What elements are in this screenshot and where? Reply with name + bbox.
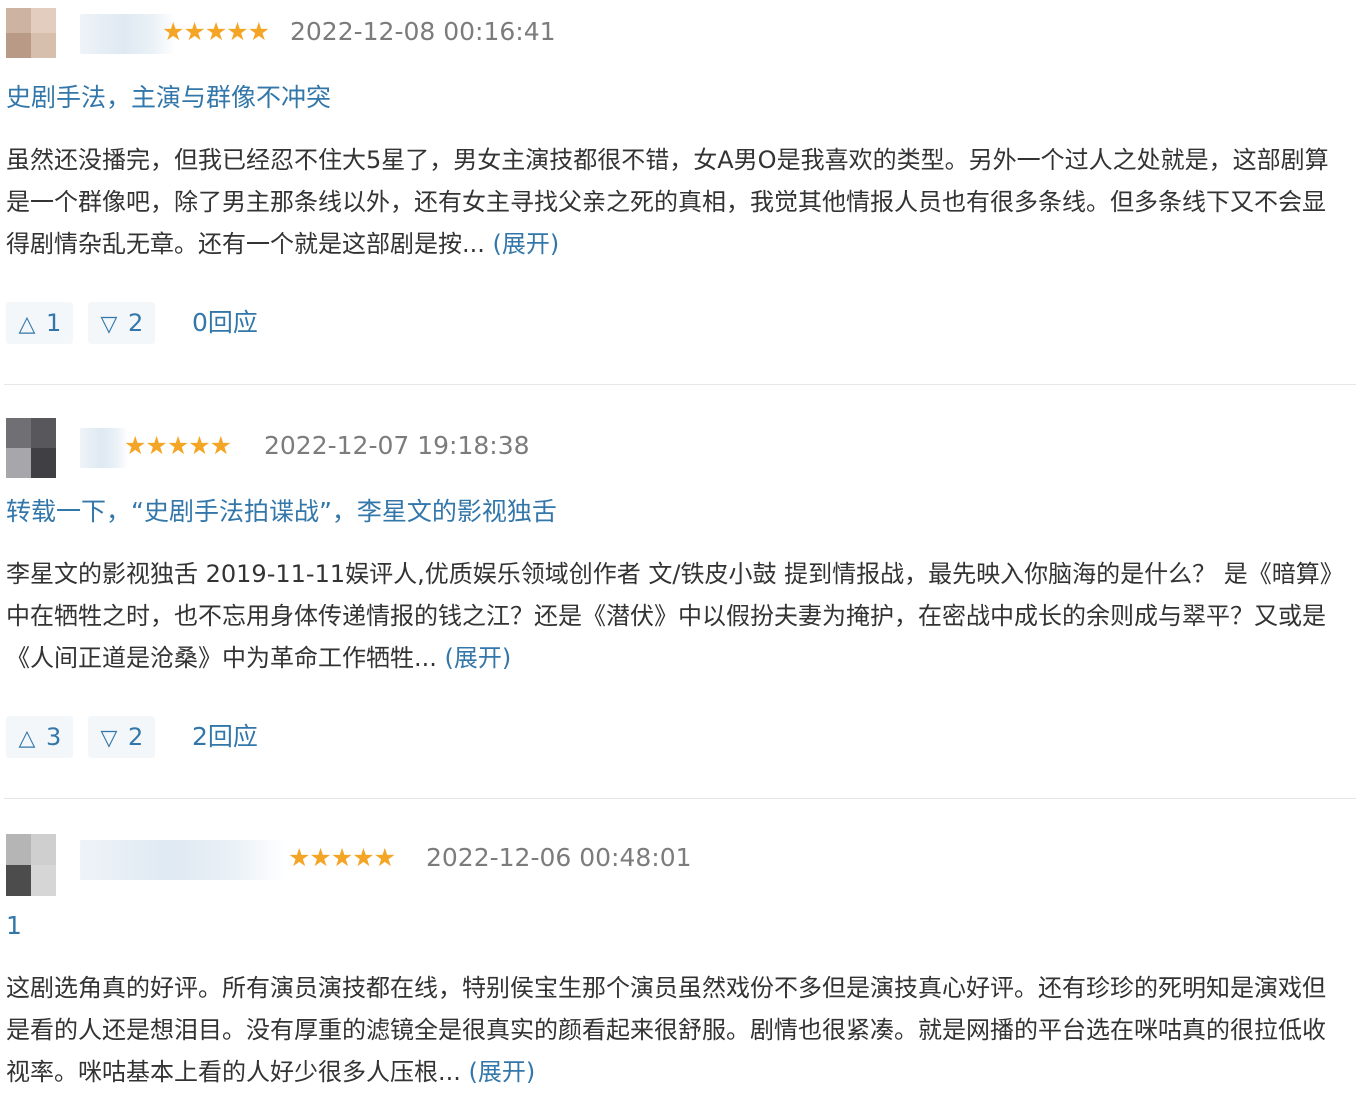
review-title[interactable]: 转载一下，“史剧手法拍谍战”，李星文的影视独舌 (6, 494, 557, 530)
upvote-button[interactable]: △ 1 (6, 302, 74, 344)
expand-link[interactable]: (展开) (493, 230, 560, 258)
review-header: ★★★★★ 2022-12-07 19:18:38 (0, 414, 1368, 478)
expand-link[interactable]: (展开) (445, 644, 512, 672)
review-item: ★★★★★ 2022-12-06 00:48:01 1 这剧选角真的好评。所有演… (0, 826, 1368, 1108)
upvote-icon: △ (18, 312, 36, 337)
avatar[interactable] (6, 8, 56, 58)
rating-stars: ★★★★★ (288, 843, 396, 872)
downvote-icon: ▽ (100, 726, 118, 751)
review-body-text: 李星文的影视独舌 2019-11-11娱评人,优质娱乐领域创作者 文/铁皮小鼓 … (6, 560, 1344, 672)
downvote-count: 2 (128, 309, 144, 337)
review-title[interactable]: 史剧手法，主演与群像不冲突 (6, 80, 331, 116)
reply-link[interactable]: 0回应 (192, 302, 258, 344)
review-item: ★★★★★ 2022-12-08 00:16:41 史剧手法，主演与群像不冲突 … (0, 0, 1368, 388)
review-body: 这剧选角真的好评。所有演员演技都在线，特别侯宝生那个演员虽然戏份不多但是演技真心… (6, 967, 1346, 1093)
upvote-button[interactable]: △ 3 (6, 716, 74, 758)
avatar[interactable] (6, 834, 56, 896)
review-title[interactable]: 1 (6, 908, 22, 944)
review-body-text: 虽然还没播完，但我已经忍不住大5星了，男女主演技都很不错，女A男O是我喜欢的类型… (6, 146, 1329, 258)
review-body-text: 这剧选角真的好评。所有演员演技都在线，特别侯宝生那个演员虽然戏份不多但是演技真心… (6, 974, 1326, 1086)
username[interactable] (80, 840, 284, 880)
rating-stars: ★★★★★ (124, 431, 232, 460)
review-time: 2022-12-07 19:18:38 (264, 431, 530, 460)
divider (4, 384, 1356, 385)
review-body: 虽然还没播完，但我已经忍不住大5星了，男女主演技都很不错，女A男O是我喜欢的类型… (6, 139, 1346, 265)
downvote-button[interactable]: ▽ 2 (88, 302, 156, 344)
rating-stars: ★★★★★ (162, 17, 270, 46)
downvote-icon: ▽ (100, 312, 118, 337)
review-item: ★★★★★ 2022-12-07 19:18:38 转载一下，“史剧手法拍谍战”… (0, 414, 1368, 804)
review-time: 2022-12-08 00:16:41 (290, 17, 556, 46)
upvote-count: 1 (46, 309, 62, 337)
divider (4, 798, 1356, 799)
review-time: 2022-12-06 00:48:01 (426, 843, 692, 872)
review-body: 李星文的影视独舌 2019-11-11娱评人,优质娱乐领域创作者 文/铁皮小鼓 … (6, 553, 1346, 679)
avatar[interactable] (6, 418, 56, 478)
downvote-count: 2 (128, 723, 144, 751)
downvote-button[interactable]: ▽ 2 (88, 716, 156, 758)
upvote-icon: △ (18, 726, 36, 751)
username[interactable] (80, 428, 128, 468)
upvote-count: 3 (46, 723, 62, 751)
review-header: ★★★★★ 2022-12-08 00:16:41 (0, 0, 1368, 64)
reply-link[interactable]: 2回应 (192, 716, 258, 758)
review-list: ★★★★★ 2022-12-08 00:16:41 史剧手法，主演与群像不冲突 … (0, 0, 1368, 1108)
review-header: ★★★★★ 2022-12-06 00:48:01 (0, 826, 1368, 896)
expand-link[interactable]: (展开) (469, 1058, 536, 1086)
